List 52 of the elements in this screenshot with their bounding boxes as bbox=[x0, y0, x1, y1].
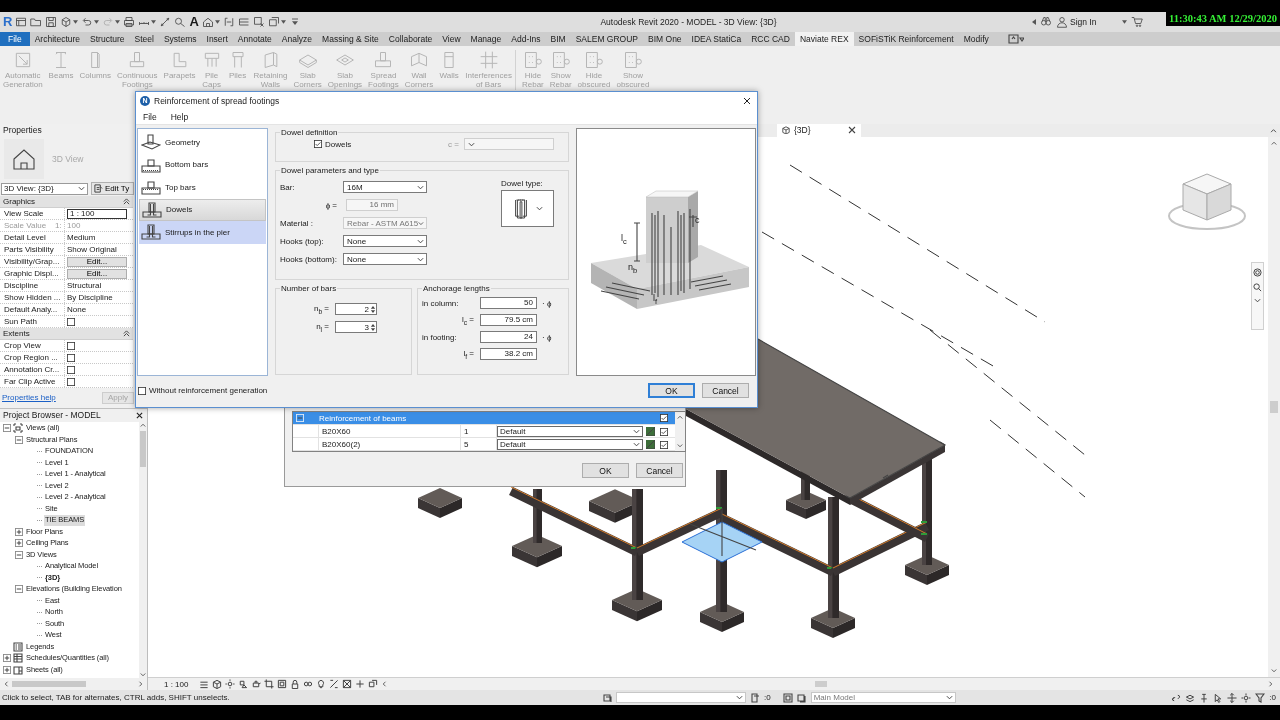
parameter-name: Show Hidden ... bbox=[3, 292, 62, 303]
table-cell-text: Reinforcement of beams bbox=[319, 413, 408, 423]
group-title: Number of bars bbox=[280, 284, 338, 293]
parameter-name: Crop Region ... bbox=[3, 352, 59, 363]
group-title: Anchorage lengths bbox=[422, 284, 491, 293]
field-label: n$_{l}$ = bbox=[315, 321, 330, 333]
dimension-label: l$_{c}$ bbox=[621, 233, 627, 247]
window-title: Autodesk Revit 2020 - MODEL - 3D View: {3D} bbox=[599, 17, 778, 27]
field-label: Hooks (top): bbox=[280, 236, 325, 246]
field-label: l$_{c}$ = bbox=[461, 314, 475, 326]
dimension-label: n$_{b}$ bbox=[628, 262, 638, 276]
dimension-label: l$_{f}$ bbox=[653, 293, 658, 307]
parameter-name: Detail Level bbox=[3, 232, 47, 243]
parameter-name: Parts Visibility bbox=[3, 244, 55, 255]
field-label: Material : bbox=[280, 218, 314, 228]
count-label: :0 bbox=[1269, 693, 1276, 702]
group-title: Dowel definition bbox=[280, 128, 339, 137]
parameter-name: Discipline bbox=[3, 280, 40, 291]
clock-overlay: 11:30:43 AM 12/29/2020 bbox=[1166, 12, 1280, 26]
field-label: n$_{b}$ = bbox=[312, 303, 330, 315]
table-cell: B20X60(2) bbox=[319, 438, 461, 451]
group-title: Dowel parameters and type bbox=[280, 166, 380, 175]
panel-title: Properties bbox=[3, 125, 42, 135]
field-label: Hooks (bottom): bbox=[280, 254, 338, 264]
unit-label: · ϕ bbox=[541, 332, 553, 342]
parameter-name: Crop View bbox=[3, 340, 42, 351]
parameter-name: Sun Path bbox=[3, 316, 38, 327]
count-label: :0 bbox=[764, 693, 771, 702]
dimension-label: c bbox=[695, 215, 700, 225]
parameter-name: Scale Value 1: bbox=[3, 220, 63, 231]
parameter-name: Graphic Displ... bbox=[3, 268, 60, 279]
parameter-name: Visibility/Grap... bbox=[3, 256, 61, 267]
field-label: Bar: bbox=[280, 182, 296, 192]
table-cell: B20X60 bbox=[319, 425, 461, 438]
parameter-name: View Scale bbox=[3, 208, 45, 219]
type-name: 3D View bbox=[52, 154, 84, 164]
field-label: ϕ = bbox=[324, 200, 338, 210]
field-label: c = bbox=[448, 139, 459, 149]
unit-label: · ϕ bbox=[541, 298, 553, 308]
field-label: Dowel type: bbox=[501, 179, 544, 188]
field-label: in footing: bbox=[422, 332, 458, 342]
status-hint: Click to select, TAB for alternates, CTRL adds, SHIFT unselects. bbox=[2, 693, 231, 702]
dialog-title: Reinforcement of spread footings bbox=[154, 95, 281, 106]
group-title: Graphics bbox=[3, 197, 35, 206]
parameter-name: Default Analy... bbox=[3, 304, 59, 315]
field-label: l$_{f}$ = bbox=[462, 348, 475, 360]
panel-title: Project Browser - MODEL bbox=[3, 410, 101, 420]
parameter-value: 100 bbox=[67, 220, 81, 231]
group-title: Extents bbox=[3, 329, 30, 338]
parameter-name: Annotation Cr... bbox=[3, 364, 61, 375]
parameter-name: Far Clip Active bbox=[3, 376, 57, 387]
field-label: in column: bbox=[422, 298, 460, 308]
